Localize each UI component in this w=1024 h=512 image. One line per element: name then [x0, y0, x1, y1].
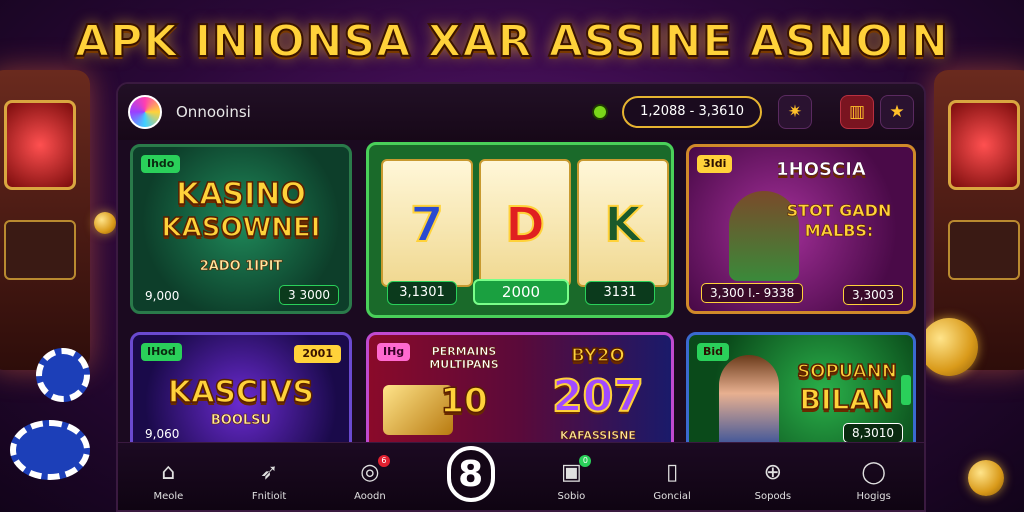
- game-number: 10: [440, 380, 489, 422]
- game-tag: IHg: [377, 343, 411, 361]
- nav-item-target[interactable]: ⊕ Sopods: [729, 457, 817, 503]
- nav-item-circle[interactable]: ◯ Hogigs: [830, 457, 918, 503]
- game-header: 1HOSCIA: [776, 159, 866, 181]
- game-tile-kasino[interactable]: Ihdo KASINO KASOWNEI 2ADO 1IPIT 9,000 3 …: [130, 144, 352, 314]
- game-left-value: 9,000: [145, 289, 180, 303]
- slot-spin-button[interactable]: 2000: [473, 279, 569, 305]
- nav-label: Aoodn: [354, 491, 386, 502]
- nav-label: Sopods: [754, 491, 792, 502]
- game-tile-sopuann-bilan[interactable]: Bid SOPUANN BILAN 8,3010: [686, 332, 916, 452]
- slot-machine-right-decor: [934, 70, 1024, 370]
- game-right-value: 8,3010: [843, 423, 903, 443]
- nav-item-home[interactable]: ⌂ Meole: [124, 457, 212, 503]
- nav-label: Sobio: [557, 491, 586, 502]
- slot-left-value: 3,1301: [387, 281, 457, 305]
- nav-item-chat[interactable]: ◎ 6 Aoodn: [326, 455, 414, 502]
- game-tile-permains[interactable]: IHg PERMAINS MULTIPANS 10 BY2O 207 KAFAS…: [366, 332, 674, 452]
- gift-icon: ▥: [848, 102, 866, 122]
- slot-reel: 7: [381, 159, 473, 287]
- game-left-value: 9,060: [145, 427, 180, 441]
- game-title: SOPUANN: [796, 360, 897, 383]
- game-title: KASINO: [175, 176, 306, 213]
- slot-reel: K: [577, 159, 669, 287]
- slot-machine-left-decor: [0, 70, 90, 370]
- game-tile-kascivs[interactable]: IHod 2001 KASCIVS BOOLSU 9,060: [130, 332, 352, 452]
- rocket-icon: ➶: [259, 459, 279, 485]
- target-icon: ⊕: [763, 459, 783, 485]
- bottom-navigation: ⌂ Meole ➶ Fnitioit ◎ 6 Aoodn 8 ▣ 0 Sobio…: [118, 442, 924, 510]
- wallet-balance[interactable]: 1,2088 - 3,3610: [622, 96, 762, 128]
- hostess-figure: [719, 355, 779, 449]
- side-number: 207: [551, 370, 645, 423]
- game-tile-hoscia[interactable]: 3Idi 1HOSCIA STOT GADN MALBS: 3,300 I.- …: [686, 144, 916, 314]
- game-right-value: 3 3000: [279, 285, 339, 305]
- promo-headline: APK INIONSA XAR ASSINE ASNOIN: [74, 15, 949, 68]
- game-title-line2: KASOWNEI: [161, 212, 321, 244]
- game-tile-slot-reels[interactable]: 7 D K 3,1301 2000 3131: [366, 142, 674, 318]
- app-screen: Onnooinsi 1,2088 - 3,3610 ✷ ▥ ★ Ihdo KAS…: [116, 82, 926, 512]
- game-title: PERMAINS MULTIPANS: [429, 345, 499, 372]
- nav-label: Meole: [153, 491, 184, 502]
- eight-logo-icon: 8: [446, 446, 495, 502]
- slot-reel: D: [479, 159, 571, 287]
- scroll-right-arrow[interactable]: [901, 375, 911, 405]
- notification-badge: 6: [377, 455, 390, 467]
- poker-chip-decor: [10, 420, 90, 480]
- favorites-button[interactable]: ★: [880, 95, 914, 129]
- game-right-value: 3,3003: [843, 285, 903, 305]
- settings-gear-button[interactable]: ✷: [778, 95, 812, 129]
- nav-item-tablet[interactable]: ▯ Goncial: [628, 457, 716, 503]
- wallet-status-icon: [592, 104, 609, 120]
- home-icon: ⌂: [161, 459, 176, 485]
- game-subtitle: BOOLSU: [210, 413, 272, 429]
- circle-icon: ◯: [861, 459, 886, 485]
- nav-item-camera[interactable]: ▣ 0 Sobio: [527, 455, 615, 502]
- reel-symbol: D: [504, 196, 546, 254]
- game-tag: Bid: [697, 343, 730, 361]
- app-top-bar: Onnooinsi 1,2088 - 3,3610 ✷ ▥ ★: [118, 84, 924, 140]
- slot-right-value: 3131: [585, 281, 655, 305]
- game-tag: IHod: [141, 343, 182, 361]
- side-subtitle: KAFASSISNE: [560, 429, 636, 443]
- game-left-value: 3,300 I.- 9338: [701, 283, 804, 303]
- reel-symbol: K: [603, 196, 642, 254]
- nav-label: Goncial: [653, 491, 691, 502]
- game-subtitle: 2ADO 1IPIT: [199, 259, 283, 275]
- gift-button[interactable]: ▥: [840, 95, 874, 129]
- star-icon: ★: [889, 102, 905, 122]
- nav-label: Fnitioit: [251, 491, 287, 502]
- nav-item-rocket[interactable]: ➶ Fnitioit: [225, 457, 313, 503]
- gold-coin-decor: [968, 460, 1004, 496]
- tablet-icon: ▯: [666, 459, 679, 485]
- gold-coin-decor: [94, 212, 116, 234]
- notification-badge: 0: [579, 455, 592, 467]
- game-title: STOT GADN MALBS:: [786, 201, 892, 241]
- game-tag-secondary: 2001: [294, 345, 341, 363]
- game-title: KASCIVS: [167, 374, 315, 411]
- app-logo[interactable]: [128, 95, 162, 129]
- gear-icon: ✷: [787, 102, 803, 122]
- game-tag: Ihdo: [141, 155, 181, 173]
- reel-symbol: 7: [409, 196, 444, 254]
- app-name: Onnooinsi: [176, 103, 251, 121]
- nav-label: Hogigs: [856, 491, 891, 502]
- side-title: BY2O: [570, 344, 625, 367]
- game-title-line2: BILAN: [799, 382, 895, 417]
- nav-item-center-logo[interactable]: 8: [427, 446, 515, 502]
